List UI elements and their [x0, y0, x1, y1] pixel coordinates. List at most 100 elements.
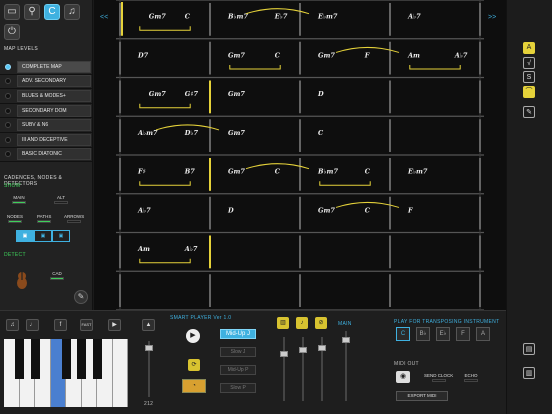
- chord-symbol[interactable]: C: [318, 129, 324, 137]
- chord-symbol[interactable]: F♯: [137, 168, 146, 176]
- arrows-toggle[interactable]: ARROWS: [64, 214, 84, 223]
- black-key[interactable]: [92, 339, 102, 379]
- transpose-c[interactable]: C: [396, 327, 410, 341]
- s-icon[interactable]: S: [523, 71, 535, 83]
- chord-symbol[interactable]: B♭m7: [317, 168, 338, 176]
- piano-keyboard[interactable]: [4, 339, 128, 407]
- export-midi-button[interactable]: EXPORT MIDI: [396, 391, 448, 401]
- main-fader[interactable]: [342, 331, 350, 401]
- chord-symbol[interactable]: B♭m7: [227, 13, 248, 21]
- chord-symbol[interactable]: E♭m7: [317, 13, 338, 21]
- drums-fader[interactable]: [318, 337, 326, 401]
- paths-toggle[interactable]: PATHS: [37, 214, 51, 223]
- map-level-radio[interactable]: [5, 92, 11, 99]
- bass-fader-knob[interactable]: [299, 347, 307, 353]
- chord-symbol[interactable]: Gm7: [149, 13, 166, 21]
- style-slow-j[interactable]: Slow J: [220, 347, 256, 357]
- black-key[interactable]: [30, 339, 40, 379]
- drums-mix-icon[interactable]: ⊘: [315, 317, 327, 329]
- chord-symbol[interactable]: D: [227, 206, 234, 214]
- bass-mix-icon[interactable]: ♪: [296, 317, 308, 329]
- tempo-fader[interactable]: [145, 341, 153, 397]
- chord-symbol[interactable]: A♭7: [184, 245, 198, 253]
- bass-fader[interactable]: [299, 337, 307, 401]
- transpose-eb[interactable]: E♭: [436, 327, 450, 341]
- chord-symbol[interactable]: Am: [407, 51, 420, 59]
- a-text-icon[interactable]: A: [523, 42, 535, 54]
- black-key[interactable]: [15, 339, 24, 379]
- main-toggle[interactable]: MAIN: [12, 195, 26, 204]
- chord-symbol[interactable]: C: [185, 13, 191, 21]
- c-key-icon[interactable]: C: [44, 4, 60, 20]
- folder-icon[interactable]: ▭: [4, 4, 20, 20]
- next-page-button[interactable]: >>: [488, 14, 496, 21]
- tempo-fader-knob[interactable]: [145, 345, 153, 351]
- chord-symbol[interactable]: F: [407, 206, 413, 214]
- pin-icon[interactable]: ⚲: [24, 4, 40, 20]
- chord-symbol[interactable]: A♭7: [137, 206, 151, 214]
- pen-icon[interactable]: ✎: [523, 106, 535, 118]
- map-level-radio[interactable]: [5, 63, 11, 70]
- chord-symbol[interactable]: C: [275, 168, 281, 176]
- play-small-icon[interactable]: ▶: [108, 319, 121, 331]
- chord-symbol[interactable]: Gm7: [228, 51, 245, 59]
- chord-symbol[interactable]: Am: [137, 245, 150, 253]
- chord-symbol[interactable]: Gm7: [318, 206, 335, 214]
- nodes-toggle[interactable]: NODES: [7, 214, 23, 223]
- forte-icon[interactable]: f: [54, 319, 67, 331]
- chord-symbol[interactable]: Gm7: [228, 129, 245, 137]
- sqrt-icon[interactable]: √: [523, 57, 535, 69]
- chord-symbol[interactable]: A♭7: [454, 51, 468, 59]
- chord-symbol[interactable]: Gm7: [228, 90, 245, 98]
- map-level-radio[interactable]: [5, 107, 11, 114]
- chord-symbol[interactable]: D: [317, 90, 324, 98]
- map-level-item[interactable]: III AND DECEPTIVE: [0, 133, 93, 148]
- transpose-a[interactable]: A: [476, 327, 490, 341]
- chord-symbol[interactable]: E♭7: [274, 13, 288, 21]
- chord-symbol[interactable]: Gm7: [228, 168, 245, 176]
- chord-symbol[interactable]: G♯7: [185, 90, 199, 98]
- book-closed-icon[interactable]: ▥: [523, 367, 535, 379]
- view-tab-1[interactable]: ▣: [16, 230, 34, 242]
- chord-symbol[interactable]: Gm7: [149, 90, 166, 98]
- cad-toggle[interactable]: CAD: [50, 271, 64, 280]
- power-icon[interactable]: ⏻: [4, 24, 20, 40]
- book-open-icon[interactable]: ▤: [523, 343, 535, 355]
- chord-symbol[interactable]: C: [275, 51, 281, 59]
- style-mid-up-j[interactable]: Mid-Up J: [220, 329, 256, 339]
- lasso-icon[interactable]: ⌒: [523, 86, 535, 98]
- style-slow-p[interactable]: Slow P: [220, 383, 256, 393]
- white-key[interactable]: [112, 339, 128, 407]
- prev-page-button[interactable]: <<: [100, 14, 108, 21]
- violin-icon[interactable]: [16, 268, 28, 290]
- chord-symbol[interactable]: Gm7: [318, 51, 335, 59]
- style-mid-up-p[interactable]: Mid-Up P: [220, 365, 256, 375]
- notes-icon[interactable]: ♫: [6, 319, 19, 331]
- piano-mix-icon[interactable]: ▥: [277, 317, 289, 329]
- chord-symbol[interactable]: A♭m7: [137, 129, 158, 137]
- map-level-radio[interactable]: [5, 122, 11, 129]
- black-key[interactable]: [77, 339, 86, 379]
- map-level-item[interactable]: ADV. SECONDARY: [0, 75, 93, 90]
- map-level-item[interactable]: SUBV & N6: [0, 118, 93, 133]
- transpose-bb[interactable]: B♭: [416, 327, 430, 341]
- map-level-item[interactable]: BLUES & MODES+: [0, 89, 93, 104]
- alt-toggle[interactable]: ALT: [54, 195, 68, 204]
- midi-port-icon[interactable]: ◉: [396, 371, 410, 383]
- send-clock-toggle[interactable]: SEND CLOCK: [424, 373, 453, 382]
- black-key[interactable]: [61, 339, 71, 379]
- map-level-item[interactable]: BASIC DIATONIC: [0, 148, 93, 163]
- view-tab-3[interactable]: ▣: [52, 230, 70, 242]
- transpose-f[interactable]: F: [456, 327, 470, 341]
- chord-symbol[interactable]: C: [365, 206, 371, 214]
- map-level-radio[interactable]: [5, 136, 11, 143]
- music-note-icon[interactable]: ♫: [64, 4, 80, 20]
- chord-symbol[interactable]: E♭m7: [407, 168, 428, 176]
- map-level-radio[interactable]: [5, 78, 11, 85]
- map-level-item[interactable]: SECONDARY DOM: [0, 104, 93, 119]
- drums-fader-knob[interactable]: [318, 345, 326, 351]
- chord-symbol[interactable]: F: [364, 51, 370, 59]
- chord-symbol[interactable]: A♭7: [407, 13, 421, 21]
- chord-symbol[interactable]: D7: [137, 51, 149, 59]
- loop-icon[interactable]: ⟳: [188, 359, 200, 371]
